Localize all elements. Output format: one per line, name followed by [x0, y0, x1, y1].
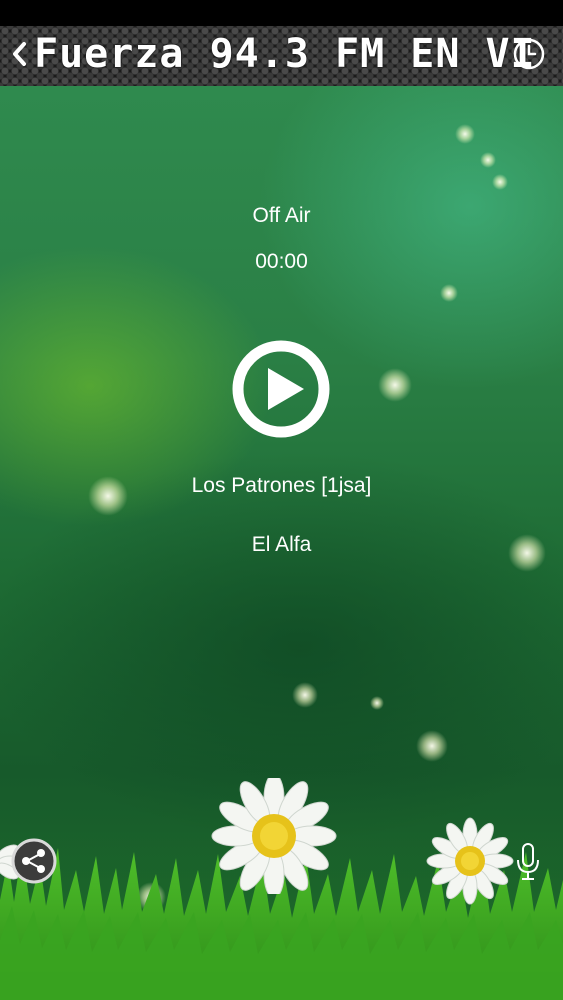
sparkle [370, 696, 384, 710]
daisy-small [426, 817, 514, 905]
status-bar [0, 0, 563, 26]
back-button[interactable] [8, 34, 30, 74]
play-icon [268, 368, 304, 410]
artist-name: El Alfa [251, 533, 312, 556]
broadcast-status: Off Air [252, 204, 311, 227]
sparkle [480, 152, 496, 168]
sparkle [455, 124, 475, 144]
track-title: Los Patrones [1jsa] [191, 474, 372, 497]
elapsed-time: 00:00 [255, 250, 308, 273]
microphone-icon[interactable] [514, 842, 542, 882]
header-bar: Fuerza 94.3 FM EN VIVO [0, 26, 563, 86]
app-screen: Fuerza 94.3 FM EN VIVO Off Air 00:00 Los… [0, 0, 563, 1000]
station-title: Fuerza 94.3 FM EN VIVO [34, 31, 534, 77]
sparkle [416, 730, 448, 762]
clock-icon[interactable] [513, 38, 545, 70]
daisy-large [211, 778, 337, 894]
chevron-left-icon [13, 42, 26, 66]
sparkle [292, 682, 318, 708]
sparkle [378, 368, 412, 402]
sparkle [440, 284, 458, 302]
play-button[interactable] [232, 340, 330, 438]
sparkle [492, 174, 508, 190]
share-button[interactable] [11, 838, 57, 884]
